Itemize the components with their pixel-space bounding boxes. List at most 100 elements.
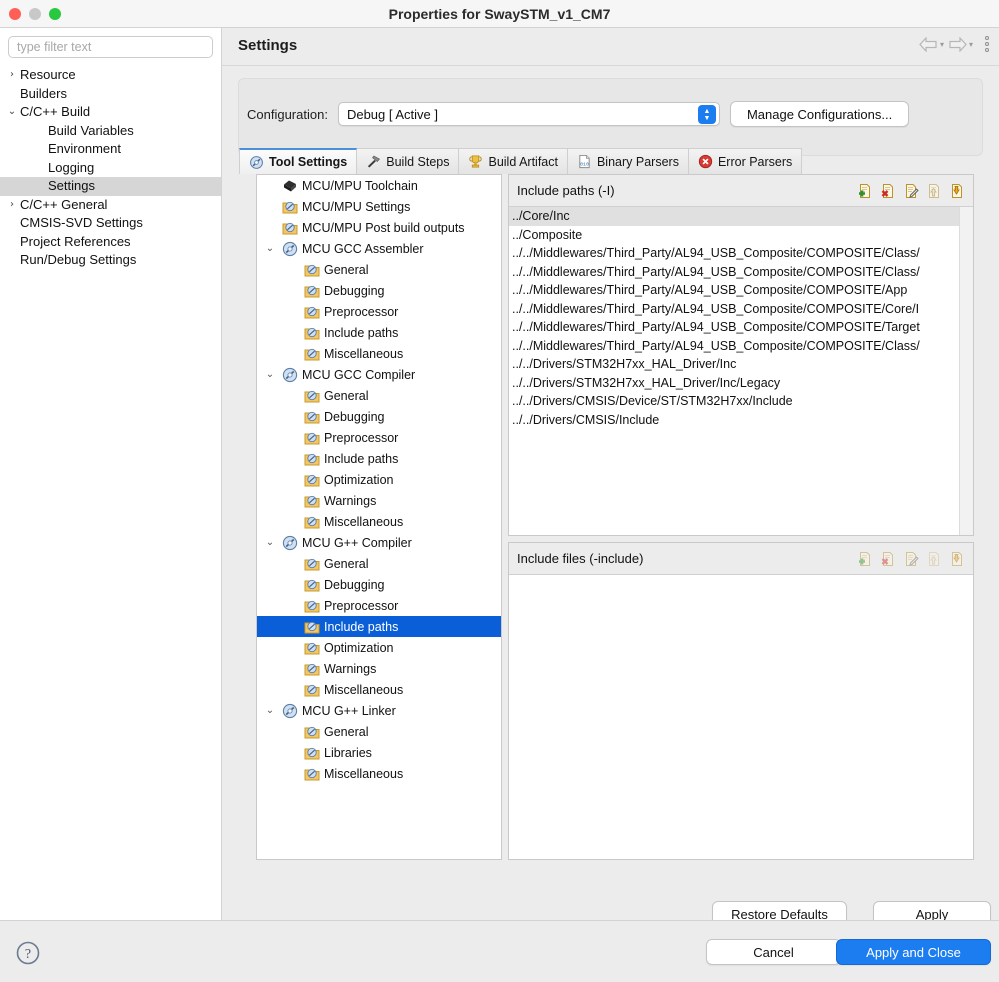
list-item[interactable]: ../../Middlewares/Third_Party/AL94_USB_C… [509,263,973,282]
tab-binary-parsers[interactable]: 010 Binary Parsers [567,148,689,174]
configuration-select[interactable]: Debug [ Active ] ▲ ▼ [337,102,720,126]
tool-tree-item-miscellaneous[interactable]: Miscellaneous [257,679,501,700]
tool-tree-item-warnings[interactable]: Warnings [257,490,501,511]
tool-tree-item-debugging[interactable]: Debugging [257,280,501,301]
twisty-icon[interactable]: ⌄ [4,103,20,122]
tab-label: Binary Parsers [596,154,679,169]
folder-icon [304,600,320,612]
sidebar-item-environment[interactable]: Environment [0,140,221,159]
tool-tree-item-mcu-mpu-settings[interactable]: MCU/MPU Settings [257,196,501,217]
pane-nav-icons: ▾ ▾ [919,36,989,52]
list-item[interactable]: ../../Drivers/CMSIS/Include [509,411,973,430]
delete-icon [881,183,893,198]
list-item[interactable]: ../Core/Inc [509,207,973,226]
list-item[interactable]: ../../Middlewares/Third_Party/AL94_USB_C… [509,337,973,356]
chevron-updown-icon[interactable]: ▲ ▼ [697,105,716,124]
sidebar-item-settings[interactable]: Settings [0,177,221,196]
delete-icon [881,551,893,566]
tool-tree-item-optimization[interactable]: Optimization [257,469,501,490]
back-dropdown-icon[interactable]: ▾ [940,40,944,49]
sidebar-item-c-c-general[interactable]: › C/C++ General [0,196,221,215]
tool-tree-item-warnings[interactable]: Warnings [257,658,501,679]
manage-configurations-button[interactable]: Manage Configurations... [729,101,910,127]
include-files-add[interactable] [857,551,873,567]
folder-icon [304,390,320,402]
list-item[interactable]: ../../Middlewares/Third_Party/AL94_USB_C… [509,281,973,300]
include-files-move-up[interactable] [926,551,942,567]
tool-tree-item-optimization[interactable]: Optimization [257,637,501,658]
tool-tree-item-miscellaneous[interactable]: Miscellaneous [257,511,501,532]
tool-tree-item-miscellaneous[interactable]: Miscellaneous [257,343,501,364]
tool-tree-item-libraries[interactable]: Libraries [257,742,501,763]
tool-tree-item-debugging[interactable]: Debugging [257,406,501,427]
more-options-icon[interactable] [985,36,989,52]
tool-tree-item-mcu-g++-linker[interactable]: ⌄ MCU G++ Linker [257,700,501,721]
sidebar-item-c-c-build[interactable]: ⌄ C/C++ Build [0,103,221,122]
tool-tree-item-preprocessor[interactable]: Preprocessor [257,427,501,448]
chip-icon [284,180,296,191]
twisty-icon[interactable]: ⌄ [259,243,281,254]
include-paths-move-down[interactable] [949,183,965,199]
twisty-icon[interactable]: ⌄ [259,369,281,380]
sidebar-item-project-references[interactable]: Project References [0,233,221,252]
include-files-move-down[interactable] [949,551,965,567]
back-button[interactable]: ▾ [919,36,944,52]
tool-tree-item-mcu-gcc-compiler[interactable]: ⌄ MCU GCC Compiler [257,364,501,385]
twisty-icon[interactable]: › [4,196,20,215]
include-paths-move-up[interactable] [926,183,942,199]
include-paths-edit[interactable] [903,183,919,199]
forward-button[interactable]: ▾ [948,36,973,52]
tab-build-artifact[interactable]: Build Artifact [459,148,568,174]
tab-build-steps[interactable]: Build Steps [357,148,460,174]
list-item[interactable]: ../../Drivers/STM32H7xx_HAL_Driver/Inc [509,355,973,374]
sidebar-item-build-variables[interactable]: Build Variables [0,122,221,141]
filter-input[interactable] [8,36,213,58]
tool-tree-item-mcu-g++-compiler[interactable]: ⌄ MCU G++ Compiler [257,532,501,553]
tab-tool-settings[interactable]: Tool Settings [239,148,358,174]
tool-tree-item-preprocessor[interactable]: Preprocessor [257,595,501,616]
sidebar-item-builders[interactable]: Builders [0,85,221,104]
tool-tree-item-general[interactable]: General [257,259,501,280]
sidebar-item-cmsis-svd-settings[interactable]: CMSIS-SVD Settings [0,214,221,233]
tool-tree-item-mcu-mpu-toolchain[interactable]: MCU/MPU Toolchain [257,175,501,196]
tool-tree-item-preprocessor[interactable]: Preprocessor [257,301,501,322]
forward-dropdown-icon[interactable]: ▾ [969,40,973,49]
include-files-list[interactable] [509,575,973,859]
include-paths-list[interactable]: ../Core/Inc ../Composite ../../Middlewares… [509,207,973,535]
include-paths-delete[interactable] [880,183,896,199]
list-item[interactable]: ../../Middlewares/Third_Party/AL94_USB_C… [509,244,973,263]
svg-text:010: 010 [580,162,589,168]
sidebar-item-logging[interactable]: Logging [0,159,221,178]
list-item[interactable]: ../../Drivers/STM32H7xx_HAL_Driver/Inc/L… [509,374,973,393]
list-item[interactable]: ../Composite [509,226,973,245]
tool-tree-item-include-paths[interactable]: Include paths [257,322,501,343]
twisty-icon[interactable]: ⌄ [259,537,281,548]
include-paths-scrollbar[interactable] [959,207,973,535]
twisty-icon[interactable]: ⌄ [259,705,281,716]
list-item[interactable]: ../../Drivers/CMSIS/Device/ST/STM32H7xx/… [509,392,973,411]
cancel-button[interactable]: Cancel [706,939,841,965]
title-bar: Properties for SwaySTM_v1_CM7 [0,0,999,28]
include-paths-add[interactable] [857,183,873,199]
include-files-edit[interactable] [903,551,919,567]
tool-tree-item-debugging[interactable]: Debugging [257,574,501,595]
twisty-icon[interactable]: › [4,66,20,85]
tool-tree-item-general[interactable]: General [257,721,501,742]
tool-tree-item-label: Preprocessor [324,304,399,319]
list-item[interactable]: ../../Middlewares/Third_Party/AL94_USB_C… [509,318,973,337]
apply-and-close-button[interactable]: Apply and Close [836,939,991,965]
sidebar-item-run-debug-settings[interactable]: Run/Debug Settings [0,251,221,270]
tool-tree-item-general[interactable]: General [257,385,501,406]
include-files-delete[interactable] [880,551,896,567]
list-item[interactable]: ../../Middlewares/Third_Party/AL94_USB_C… [509,300,973,319]
tab-error-parsers[interactable]: Error Parsers [688,148,803,174]
tool-tree-item-general[interactable]: General [257,553,501,574]
sidebar-item-resource[interactable]: › Resource [0,66,221,85]
tool-tree-item-miscellaneous[interactable]: Miscellaneous [257,763,501,784]
tool-tree-item-include-paths[interactable]: Include paths [257,616,501,637]
help-icon[interactable]: ? [16,941,40,970]
tool-tree-item-mcu-gcc-assembler[interactable]: ⌄ MCU GCC Assembler [257,238,501,259]
folder-icon [304,558,320,570]
tool-tree-item-mcu-mpu-post-build-outputs[interactable]: MCU/MPU Post build outputs [257,217,501,238]
tool-tree-item-include-paths[interactable]: Include paths [257,448,501,469]
